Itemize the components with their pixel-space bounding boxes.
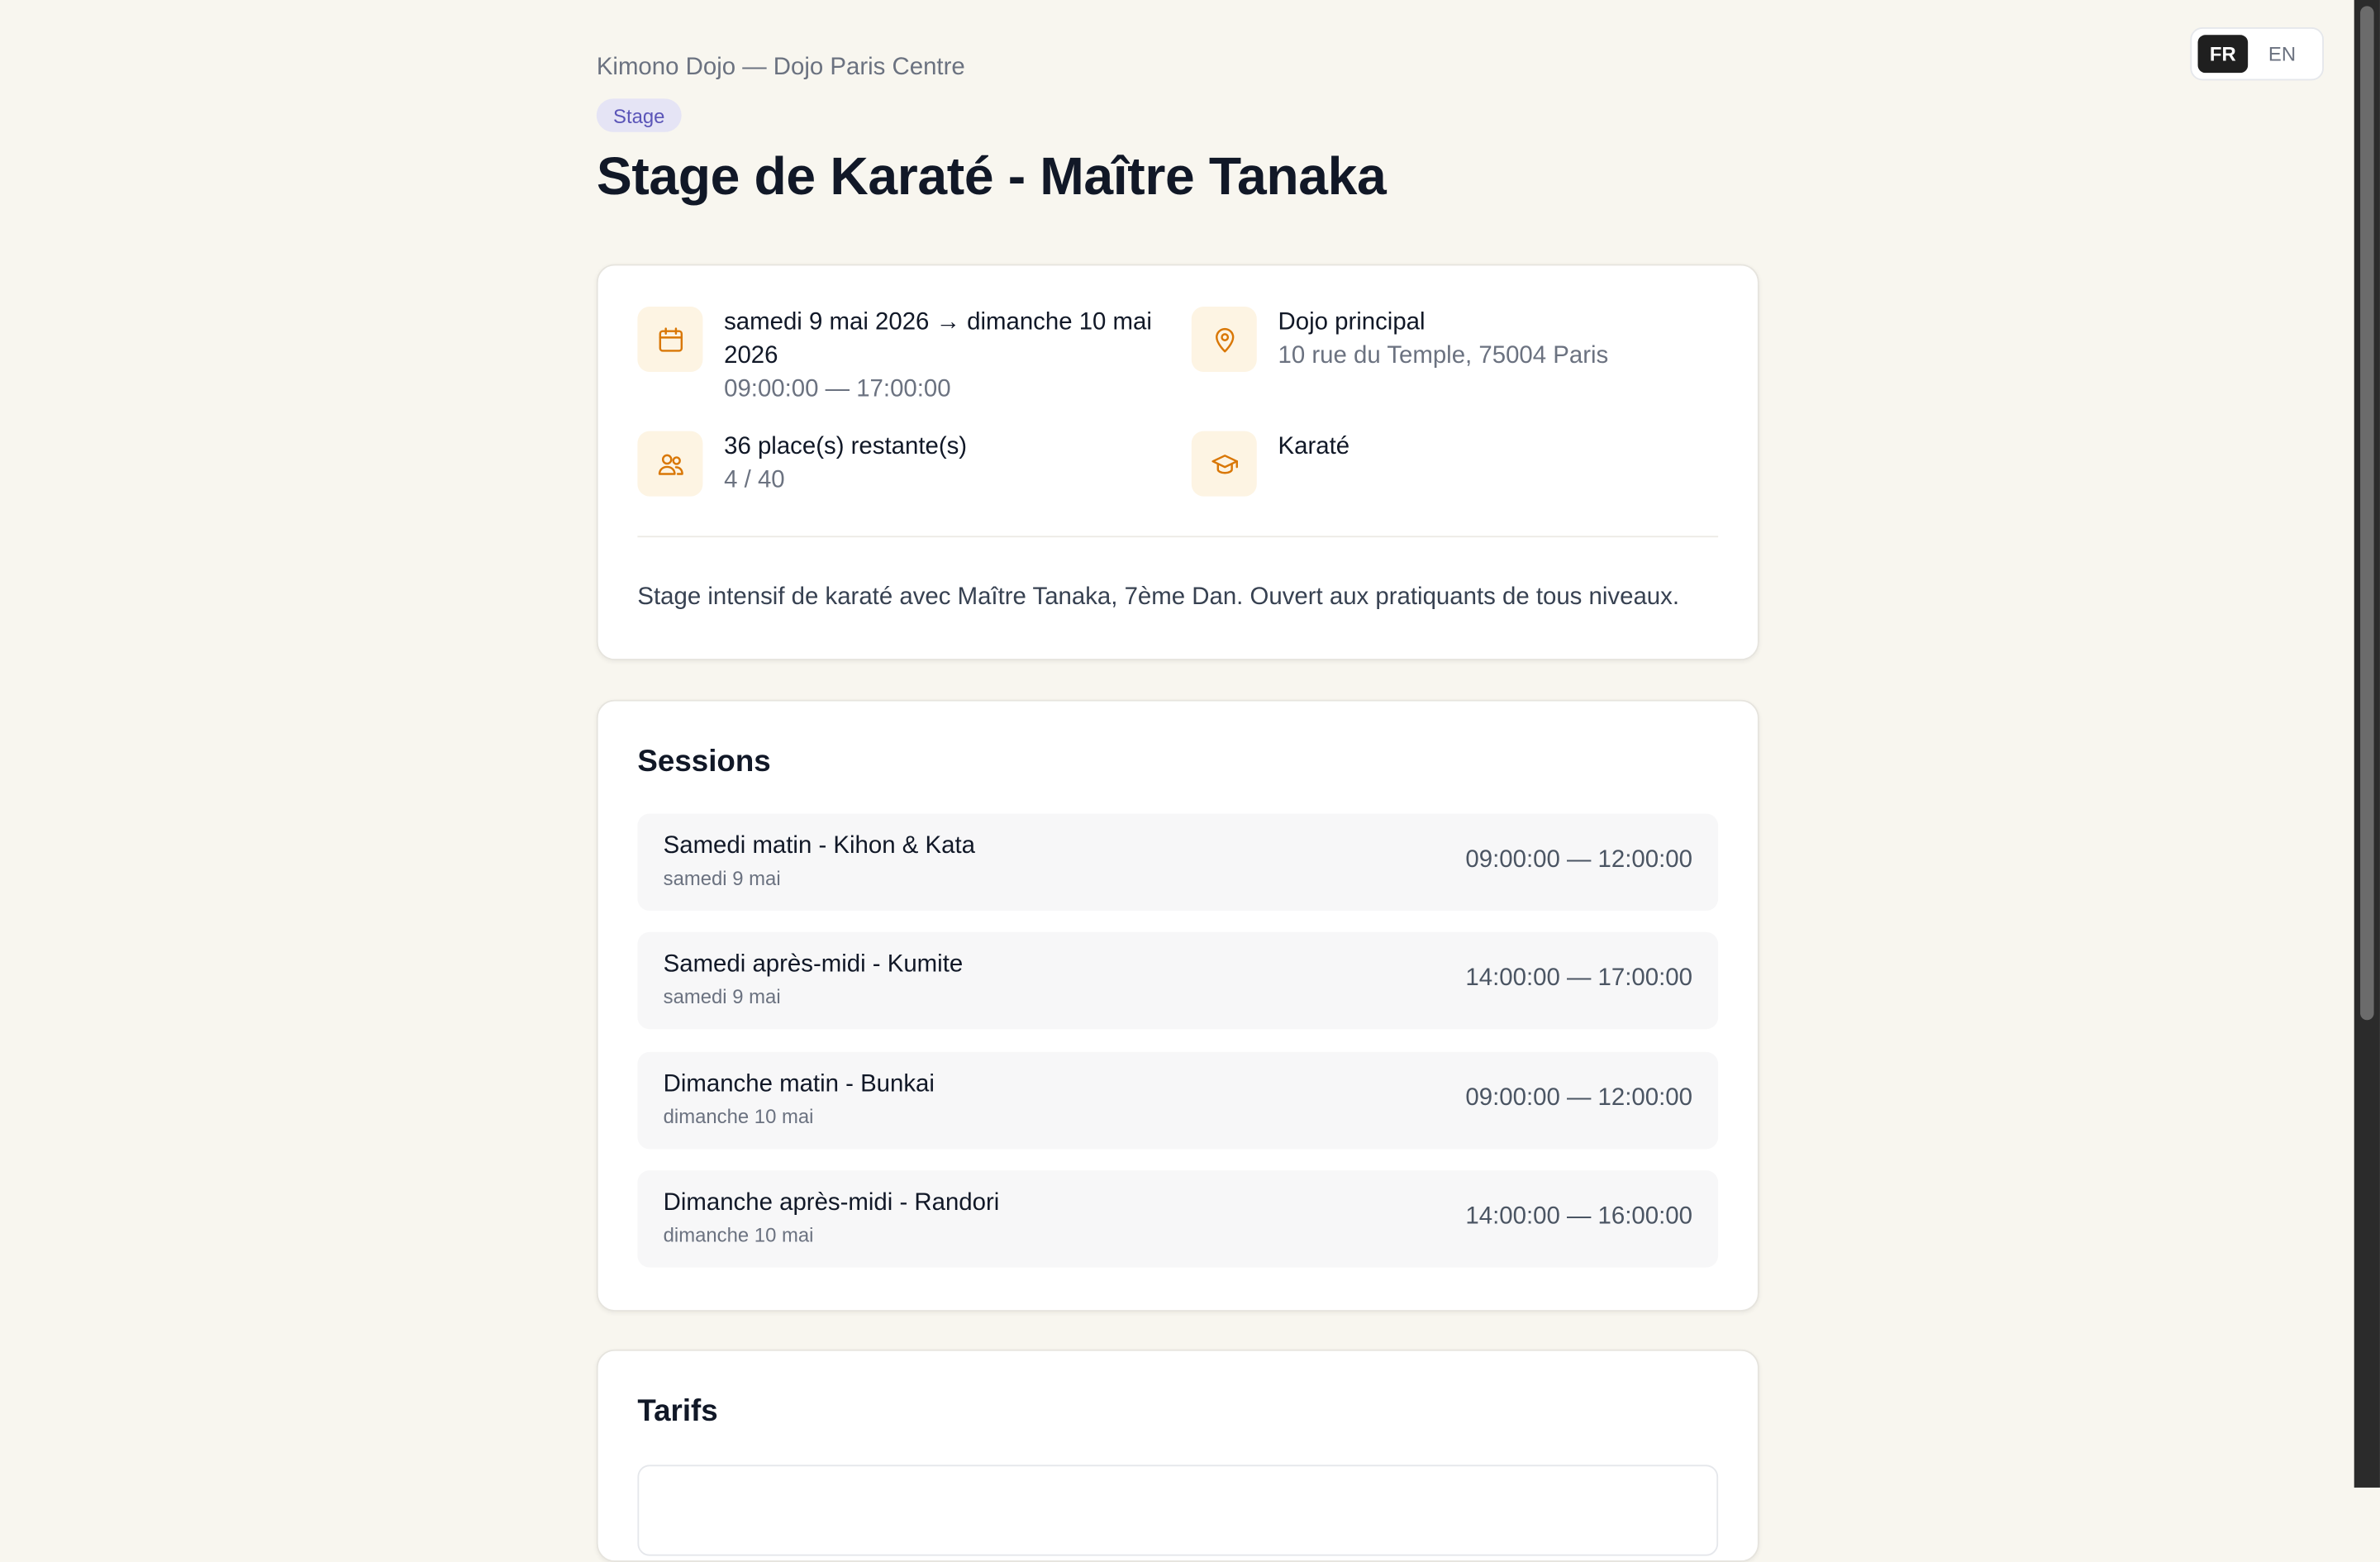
session-date: dimanche 10 mai (663, 1223, 814, 1246)
session-row: Dimanche après-midi - Randori dimanche 1… (637, 1170, 1719, 1268)
session-time: 09:00:00 — 12:00:00 (1465, 1085, 1692, 1112)
tarifs-title: Tarifs (637, 1394, 718, 1429)
graduation-cap-icon (1191, 431, 1257, 497)
event-description: Stage intensif de karaté avec Maître Tan… (637, 584, 1679, 611)
discipline-name: Karaté (1278, 434, 1350, 460)
map-pin-icon (1191, 307, 1257, 372)
session-row: Dimanche matin - Bunkai dimanche 10 mai … (637, 1051, 1719, 1150)
lang-en-button[interactable]: EN (2257, 35, 2307, 73)
event-type-badge: Stage (596, 98, 682, 132)
session-row: Samedi après-midi - Kumite samedi 9 mai … (637, 931, 1719, 1030)
sessions-title: Sessions (637, 745, 771, 779)
scrollbar-thumb[interactable] (2360, 6, 2374, 1021)
capacity-count: 4 / 40 (724, 467, 785, 493)
session-name: Dimanche après-midi - Randori (663, 1189, 1000, 1217)
session-row: Samedi matin - Kihon & Kata samedi 9 mai… (637, 813, 1719, 912)
scrollbar[interactable] (2354, 0, 2380, 1488)
lang-fr-button[interactable]: FR (2197, 35, 2249, 74)
divider (637, 536, 1719, 538)
session-date: samedi 9 mai (663, 985, 781, 1008)
page: FR EN Kimono Dojo — Dojo Paris Centre St… (0, 0, 2380, 1562)
session-time: 09:00:00 — 12:00:00 (1465, 846, 1692, 874)
users-icon (637, 431, 703, 497)
tarifs-card: Tarifs (596, 1349, 1759, 1562)
sessions-card: Sessions Samedi matin - Kihon & Kata sam… (596, 699, 1759, 1312)
session-time: 14:00:00 — 16:00:00 (1465, 1203, 1692, 1230)
language-switcher: FR EN (2190, 27, 2324, 81)
event-info-card: samedi 9 mai 2026 → dimanche 10 mai 2026… (596, 264, 1759, 660)
location-name: Dojo principal (1278, 309, 1426, 336)
session-time: 14:00:00 — 17:00:00 (1465, 965, 1692, 992)
event-dates: samedi 9 mai 2026 → dimanche 10 mai 2026 (724, 309, 1152, 369)
tarif-item (637, 1464, 1719, 1556)
session-date: dimanche 10 mai (663, 1105, 814, 1128)
page-title: Stage de Karaté - Maître Tanaka (596, 147, 1387, 207)
session-name: Samedi matin - Kihon & Kata (663, 833, 975, 860)
session-name: Dimanche matin - Bunkai (663, 1071, 935, 1098)
remaining-places: 36 place(s) restante(s) (724, 434, 968, 460)
session-name: Samedi après-midi - Kumite (663, 951, 964, 978)
session-date: samedi 9 mai (663, 866, 781, 890)
location-address: 10 rue du Temple, 75004 Paris (1278, 343, 1609, 369)
calendar-icon (637, 307, 703, 372)
organization-name: Kimono Dojo — Dojo Paris Centre (596, 55, 965, 81)
event-hours: 09:00:00 — 17:00:00 (724, 376, 951, 402)
